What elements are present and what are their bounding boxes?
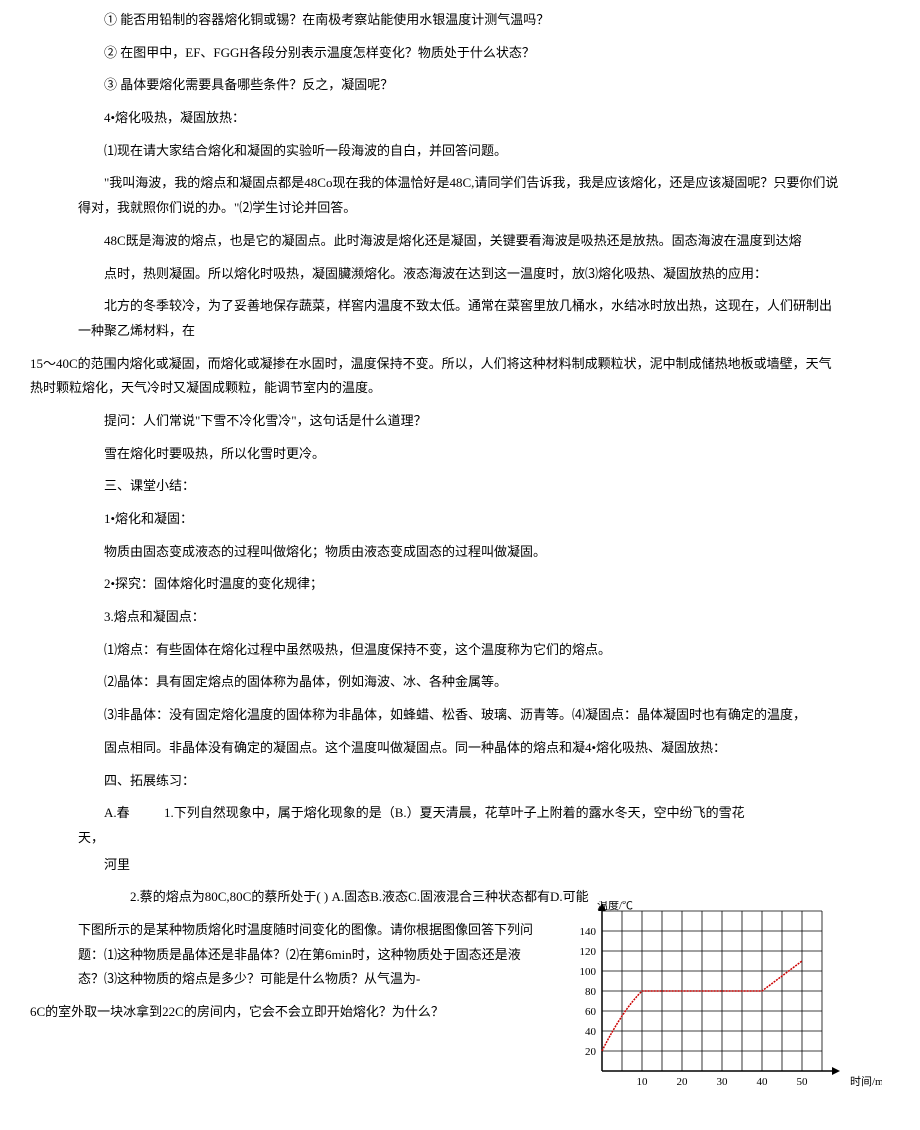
chart-xlabel: 时间/min [850,1075,882,1088]
paragraph-haibo-2: "我叫海波，我的熔点和凝固点都是48Co现在我的体温恰好是48C,请同学们告诉我… [78,171,842,220]
exercise-1-row: A.春天， 1.下列自然现象中，属于熔化现象的是（B.）夏天清晨，花草叶子上附着… [78,801,842,877]
summary-3-head: 3.熔点和凝固点： [78,605,842,630]
paragraph-answer-snow: 雪在熔化时要吸热，所以化雪时更冷。 [78,442,842,467]
svg-text:20: 20 [677,1076,689,1088]
svg-text:50: 50 [797,1076,809,1088]
exercise-1-body: 1.下列自然现象中，属于熔化现象的是（B.）夏天清晨，花草叶子上附着的露水冬天，… [138,801,842,850]
svg-text:40: 40 [757,1076,769,1088]
question-3: ③ 晶体要熔化需要具备哪些条件？反之，凝固呢？ [78,73,842,98]
svg-text:40: 40 [585,1026,597,1038]
summary-2: 2•探究：固体熔化时温度的变化规律； [78,572,842,597]
summary-3b: ⑵晶体：具有固定熔点的固体称为晶体，例如海波、冰、各种金属等。 [78,670,842,695]
svg-text:20: 20 [585,1046,597,1058]
svg-text:10: 10 [637,1076,649,1088]
melting-chart: 温度/℃ [562,901,882,1101]
summary-3a: ⑴熔点：有些固体在熔化过程中虽然吸热，但温度保持不变，这个温度称为它们的熔点。 [78,638,842,663]
paragraph-question-snow: 提问：人们常说"下雪不冷化雪冷"，这句话是什么道理？ [78,409,842,434]
svg-text:100: 100 [580,966,597,978]
summary-1-head: 1•熔化和凝固： [78,507,842,532]
exercise-1-option-a: A.春天， [78,801,138,850]
svg-text:30: 30 [717,1076,729,1088]
paragraph-material: 15～40C的范围内熔化或凝固，而熔化或凝掺在水固时，温度保持不变。所以，人们将… [30,352,842,401]
paragraph-haibo-4: 点时，热则凝固。所以熔化时吸热，凝固臟濒熔化。液态海波在达到这一温度时，放⑶熔化… [78,262,842,287]
svg-text:60: 60 [585,1006,597,1018]
question-1: ① 能否用铅制的容器熔化铜或锡？在南极考察站能使用水银温度计测气温吗？ [78,8,842,33]
heading-summary: 三、课堂小结： [78,474,842,499]
exercise-1-option-b: 河里 [78,853,138,878]
svg-text:80: 80 [585,986,597,998]
paragraph-north-1: 北方的冬季较冷，为了妥善地保存蔬菜，样窖内温度不致太低。通常在菜窖里放几桶水，水… [78,294,842,343]
paragraph-haibo-1: ⑴现在请大家结合熔化和凝固的实验听一段海波的自白，并回答问题。 [78,139,842,164]
summary-3c: ⑶非晶体：没有固定熔化温度的固体称为非晶体，如蜂蜡、松香、玻璃、沥青等。⑷凝固点… [78,703,842,728]
svg-text:140: 140 [580,926,597,938]
exercise-heading: 四、拓展练习： [78,769,842,794]
svg-text:120: 120 [580,946,597,958]
summary-3d: 固点相同。非晶体没有确定的凝固点。这个温度叫做凝固点。同一种晶体的熔点和凝4•熔… [78,736,842,761]
exercise-4: 6C的室外取一块冰拿到22C的房间内，它会不会立即开始熔化？为什么？ [30,1000,538,1025]
paragraph-haibo-3: 48C既是海波的熔点，也是它的凝固点。此时海波是熔化还是凝固，关键要看海波是吸热… [78,229,842,254]
summary-1-body: 物质由固态变成液态的过程叫做熔化；物质由液态变成固态的过程叫做凝固。 [78,540,842,565]
question-2: ② 在图甲中，EF、FGGH各段分别表示温度怎样变化？物质处于什么状态？ [78,41,842,66]
heading-4: 4•熔化吸热，凝固放热： [78,106,842,131]
exercise-3: 下图所示的是某种物质熔化时温度随时间变化的图像。请你根据图像回答下列问题：⑴这种… [78,918,538,992]
